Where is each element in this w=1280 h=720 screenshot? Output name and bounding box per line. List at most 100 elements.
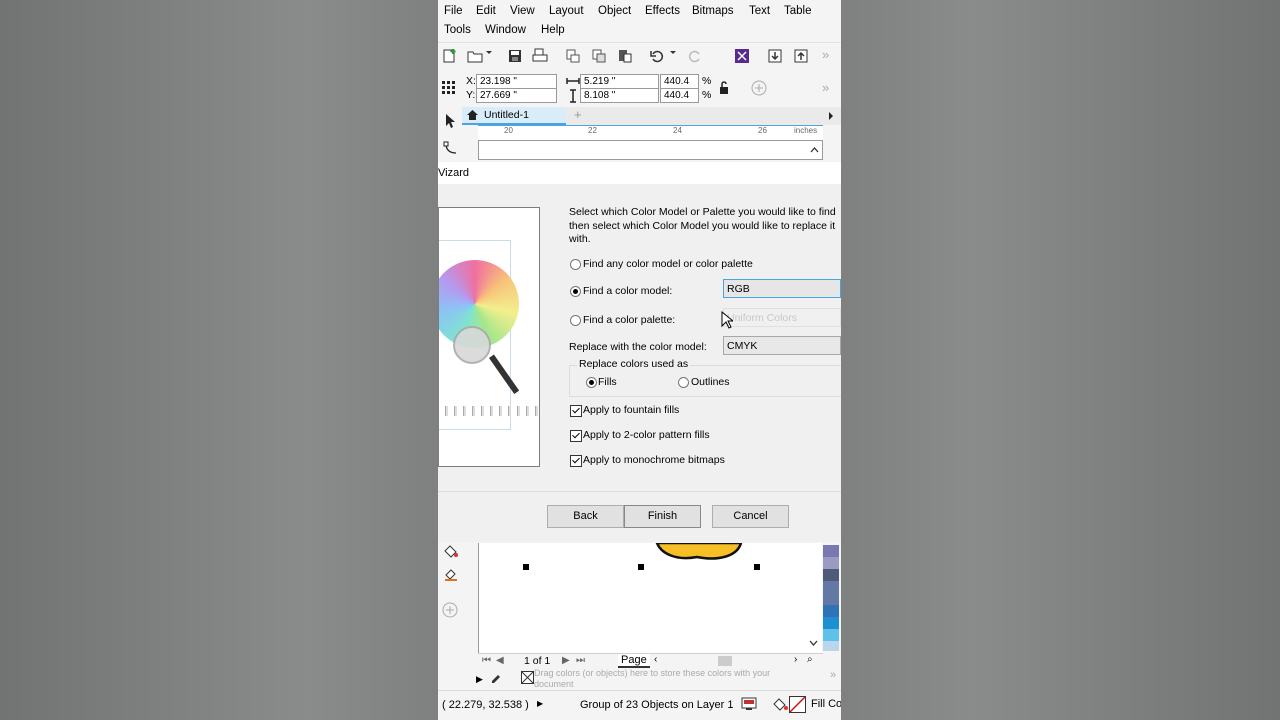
- checkbox-pattern-fills[interactable]: [570, 430, 582, 442]
- propbar-overflow-icon[interactable]: »: [822, 80, 829, 95]
- chevron-down-icon[interactable]: [485, 49, 493, 57]
- replace-model-select[interactable]: CMYK: [723, 336, 841, 355]
- redo-icon[interactable]: [687, 48, 703, 64]
- menu-bitmaps[interactable]: Bitmaps: [692, 5, 734, 17]
- option-find-model-label[interactable]: Find a color model:: [583, 285, 672, 297]
- yellow-shape[interactable]: [655, 543, 745, 563]
- copy-icon[interactable]: [591, 48, 607, 64]
- undo-dropdown-icon[interactable]: [669, 49, 677, 57]
- checkbox-monochrome-bitmaps[interactable]: [570, 455, 582, 467]
- shape-tool-icon[interactable]: [443, 141, 459, 157]
- zoom-icon[interactable]: ⌕: [807, 654, 813, 665]
- fills-label[interactable]: Fills: [598, 376, 617, 388]
- palette-swatch[interactable]: [823, 593, 839, 605]
- object-origin-icon[interactable]: [442, 81, 456, 95]
- scroll-up-icon[interactable]: [810, 146, 819, 153]
- palette-swatch[interactable]: [823, 617, 839, 629]
- palette-swatch[interactable]: [823, 641, 839, 651]
- height-field[interactable]: 8.108 ": [580, 88, 659, 103]
- menu-effects[interactable]: Effects: [645, 5, 680, 17]
- next-page-icon[interactable]: ▶: [562, 655, 570, 666]
- prev-page-icon[interactable]: ◀: [496, 655, 504, 666]
- first-page-icon[interactable]: ⏮: [482, 655, 491, 666]
- open-folder-icon[interactable]: [467, 48, 483, 64]
- home-icon[interactable]: [466, 109, 479, 121]
- scroll-right-icon[interactable]: ›: [794, 654, 797, 665]
- menu-layout[interactable]: Layout: [549, 5, 584, 17]
- print-icon[interactable]: [532, 48, 548, 64]
- menu-table[interactable]: Table: [784, 5, 812, 17]
- selection-handle[interactable]: [754, 564, 760, 570]
- eyedropper-tool-icon[interactable]: [443, 566, 459, 582]
- menu-tools[interactable]: Tools: [444, 24, 471, 36]
- chevron-right-icon[interactable]: [827, 112, 835, 120]
- finish-button[interactable]: Finish: [624, 505, 701, 528]
- fill-tool-icon[interactable]: [443, 544, 459, 558]
- menu-object[interactable]: Object: [598, 5, 631, 17]
- radio-outlines[interactable]: [678, 377, 689, 388]
- palette-swatch[interactable]: [823, 605, 839, 617]
- menu-view[interactable]: View: [510, 5, 535, 17]
- palette-swatch[interactable]: [823, 581, 839, 593]
- undo-icon[interactable]: [649, 48, 665, 64]
- option-find-any-label[interactable]: Find any color model or color palette: [583, 258, 753, 270]
- monochrome-bitmaps-label[interactable]: Apply to monochrome bitmaps: [583, 454, 725, 466]
- back-button[interactable]: Back: [547, 505, 624, 528]
- radio-find-any[interactable]: [570, 259, 581, 270]
- palette-swatch[interactable]: [823, 545, 839, 557]
- pick-tool-icon[interactable]: [443, 113, 457, 129]
- play-icon[interactable]: ▶: [476, 674, 483, 685]
- fill-bucket-icon[interactable]: [772, 696, 788, 712]
- lock-ratio-icon[interactable]: [718, 81, 730, 95]
- paste-icon[interactable]: [617, 48, 633, 64]
- cancel-button[interactable]: Cancel: [712, 505, 789, 528]
- upload-icon[interactable]: [793, 48, 809, 64]
- eyedropper-icon[interactable]: [490, 671, 502, 683]
- radio-find-palette[interactable]: [570, 315, 581, 326]
- horizontal-scroll-thumb[interactable]: [718, 656, 732, 666]
- checkbox-fountain-fills[interactable]: [570, 405, 582, 417]
- status-play-icon[interactable]: ▶: [537, 699, 543, 708]
- radio-find-model[interactable]: [570, 286, 581, 297]
- cut-icon[interactable]: [565, 48, 581, 64]
- outlines-label[interactable]: Outlines: [691, 376, 730, 388]
- menu-help[interactable]: Help: [541, 24, 565, 36]
- download-icon[interactable]: [767, 48, 783, 64]
- drawing-canvas[interactable]: [478, 543, 822, 653]
- color-palette-select[interactable]: Uniform Colors: [723, 308, 841, 327]
- no-color-icon[interactable]: [521, 671, 534, 684]
- save-icon[interactable]: [507, 48, 523, 64]
- toolbar-overflow-icon[interactable]: »: [822, 47, 829, 62]
- option-find-palette-label[interactable]: Find a color palette:: [583, 314, 675, 326]
- color-proof-icon[interactable]: [741, 697, 757, 711]
- scale-height-field[interactable]: 440.4: [660, 88, 699, 103]
- pattern-fills-label[interactable]: Apply to 2-color pattern fills: [583, 429, 710, 441]
- scale-width-field[interactable]: 440.4: [660, 74, 699, 89]
- scroll-down-icon[interactable]: [809, 640, 818, 647]
- selection-handle[interactable]: [638, 564, 644, 570]
- add-tool-icon[interactable]: [442, 602, 458, 618]
- selection-handle[interactable]: [523, 564, 529, 570]
- menu-edit[interactable]: Edit: [476, 5, 496, 17]
- palette-swatch[interactable]: [823, 629, 839, 641]
- x-position-field[interactable]: 23.198 ": [476, 74, 557, 89]
- palette-swatch[interactable]: [823, 569, 839, 581]
- page-tab[interactable]: Page: [618, 654, 650, 668]
- add-icon[interactable]: [751, 80, 767, 96]
- color-model-select[interactable]: RGB: [723, 279, 841, 298]
- fountain-fills-label[interactable]: Apply to fountain fills: [583, 404, 679, 416]
- radio-fills[interactable]: [586, 377, 597, 388]
- palette-swatch[interactable]: [823, 557, 839, 569]
- palette-overflow-icon[interactable]: »: [830, 669, 836, 681]
- menu-text[interactable]: Text: [749, 5, 770, 17]
- width-field[interactable]: 5.219 ": [580, 74, 659, 89]
- y-position-field[interactable]: 27.669 ": [476, 88, 557, 103]
- no-fill-icon[interactable]: [789, 696, 806, 713]
- import-icon[interactable]: [734, 48, 750, 64]
- add-tab-icon[interactable]: +: [574, 107, 582, 122]
- scroll-left-icon[interactable]: ‹: [654, 654, 657, 665]
- tab-untitled-1[interactable]: Untitled-1: [462, 107, 566, 125]
- menu-file[interactable]: File: [444, 5, 463, 17]
- last-page-icon[interactable]: ⏭: [576, 655, 585, 666]
- menu-window[interactable]: Window: [485, 24, 526, 36]
